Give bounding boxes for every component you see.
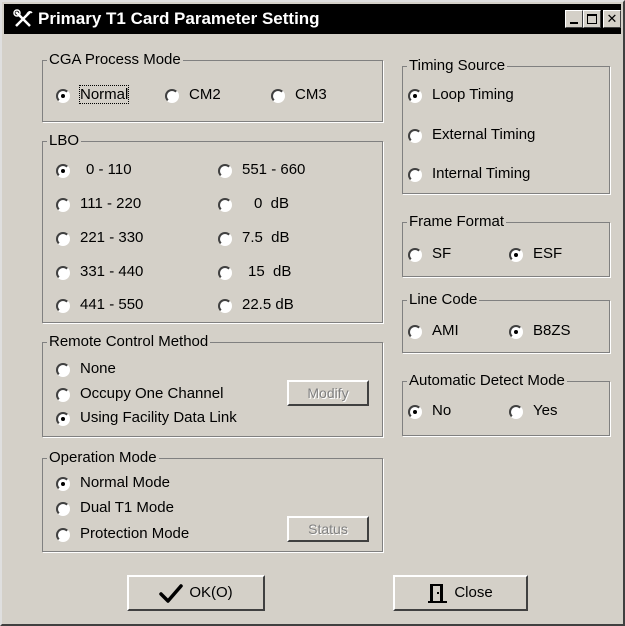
radio-label: Loop Timing: [432, 86, 514, 103]
radio-circle[interactable]: [218, 164, 232, 178]
status-button[interactable]: Status: [287, 516, 369, 542]
door-icon: [428, 584, 448, 604]
radio-label: Protection Mode: [80, 525, 190, 542]
radio-label: 111 - 220: [80, 195, 142, 212]
radio-circle[interactable]: [56, 299, 70, 313]
line-code-legend: Line Code: [409, 291, 478, 308]
radio-label: No: [432, 402, 452, 419]
radio-circle[interactable]: [56, 198, 70, 212]
radio-label: ESF: [533, 245, 563, 262]
radio-circle[interactable]: [218, 232, 232, 246]
status-button-label: Status: [308, 521, 348, 537]
window-title: Primary T1 Card Parameter Setting: [38, 9, 320, 28]
radio-circle[interactable]: [56, 363, 70, 377]
radio-circle[interactable]: [56, 502, 70, 516]
radio-label: Internal Timing: [432, 165, 531, 182]
radio-circle[interactable]: [408, 168, 422, 182]
radio-label: 551 - 660: [242, 161, 306, 178]
radio-label: AMI: [432, 322, 459, 339]
frame-format-legend: Frame Format: [409, 213, 505, 230]
radio-label: 0 dB: [254, 195, 290, 212]
radio-label: Yes: [533, 402, 558, 419]
radio-label: 221 - 330: [80, 229, 144, 246]
radio-circle[interactable]: [56, 477, 70, 491]
minimize-button[interactable]: [565, 10, 583, 28]
operation-mode-legend: Operation Mode: [49, 449, 157, 466]
radio-label: CM3: [295, 86, 327, 103]
radio-circle[interactable]: [408, 248, 422, 262]
radio-circle[interactable]: [271, 89, 285, 103]
radio-circle[interactable]: [56, 164, 70, 178]
radio-circle[interactable]: [509, 405, 523, 419]
radio-label: Using Facility Data Link: [80, 409, 237, 426]
radio-label: 22.5 dB: [242, 296, 294, 313]
radio-label: None: [80, 360, 116, 377]
close-window-button[interactable]: ✕: [603, 10, 621, 28]
modify-button[interactable]: Modify: [287, 380, 369, 406]
dialog-window: Primary T1 Card Parameter Setting ✕ CGA …: [0, 0, 625, 626]
lbo-legend: LBO: [49, 132, 80, 149]
title-bar[interactable]: Primary T1 Card Parameter Setting ✕: [4, 4, 621, 34]
radio-circle[interactable]: [509, 325, 523, 339]
radio-label: Normal: [78, 85, 130, 104]
radio-circle[interactable]: [56, 388, 70, 402]
close-button[interactable]: Close: [393, 575, 528, 611]
radio-label: 7.5 dB: [242, 229, 290, 246]
modify-button-label: Modify: [307, 385, 349, 401]
radio-label: 15 dB: [248, 263, 292, 280]
radio-label: B8ZS: [533, 322, 571, 339]
radio-label: 331 - 440: [80, 263, 144, 280]
close-button-label: Close: [454, 584, 493, 602]
radio-circle[interactable]: [56, 89, 70, 103]
radio-label: 441 - 550: [80, 296, 144, 313]
ok-button-label: OK(O): [189, 584, 233, 602]
radio-label: CM2: [189, 86, 221, 103]
radio-circle[interactable]: [56, 528, 70, 542]
radio-label: SF: [432, 245, 452, 262]
radio-circle[interactable]: [408, 89, 422, 103]
radio-label: Occupy One Channel: [80, 385, 224, 402]
radio-circle[interactable]: [509, 248, 523, 262]
maximize-button[interactable]: [583, 10, 601, 28]
radio-circle[interactable]: [408, 405, 422, 419]
radio-label: 0 - 110: [86, 161, 132, 178]
radio-label: External Timing: [432, 126, 536, 143]
radio-circle[interactable]: [218, 299, 232, 313]
ok-button[interactable]: OK(O): [127, 575, 265, 611]
automatic-detect-mode-legend: Automatic Detect Mode: [409, 372, 565, 389]
radio-circle[interactable]: [56, 412, 70, 426]
remote-control-method-legend: Remote Control Method: [49, 333, 209, 350]
radio-circle[interactable]: [56, 266, 70, 280]
cga-process-mode-legend: CGA Process Mode: [49, 51, 181, 68]
radio-circle[interactable]: [165, 89, 179, 103]
radio-circle[interactable]: [56, 232, 70, 246]
checkmark-icon: [159, 584, 184, 603]
radio-circle[interactable]: [408, 129, 422, 143]
timing-source-legend: Timing Source: [409, 57, 506, 74]
radio-circle[interactable]: [218, 266, 232, 280]
radio-circle[interactable]: [408, 325, 422, 339]
radio-label: Dual T1 Mode: [80, 499, 174, 516]
tools-icon: [13, 9, 33, 27]
radio-circle[interactable]: [218, 198, 232, 212]
radio-label: Normal Mode: [80, 474, 171, 491]
